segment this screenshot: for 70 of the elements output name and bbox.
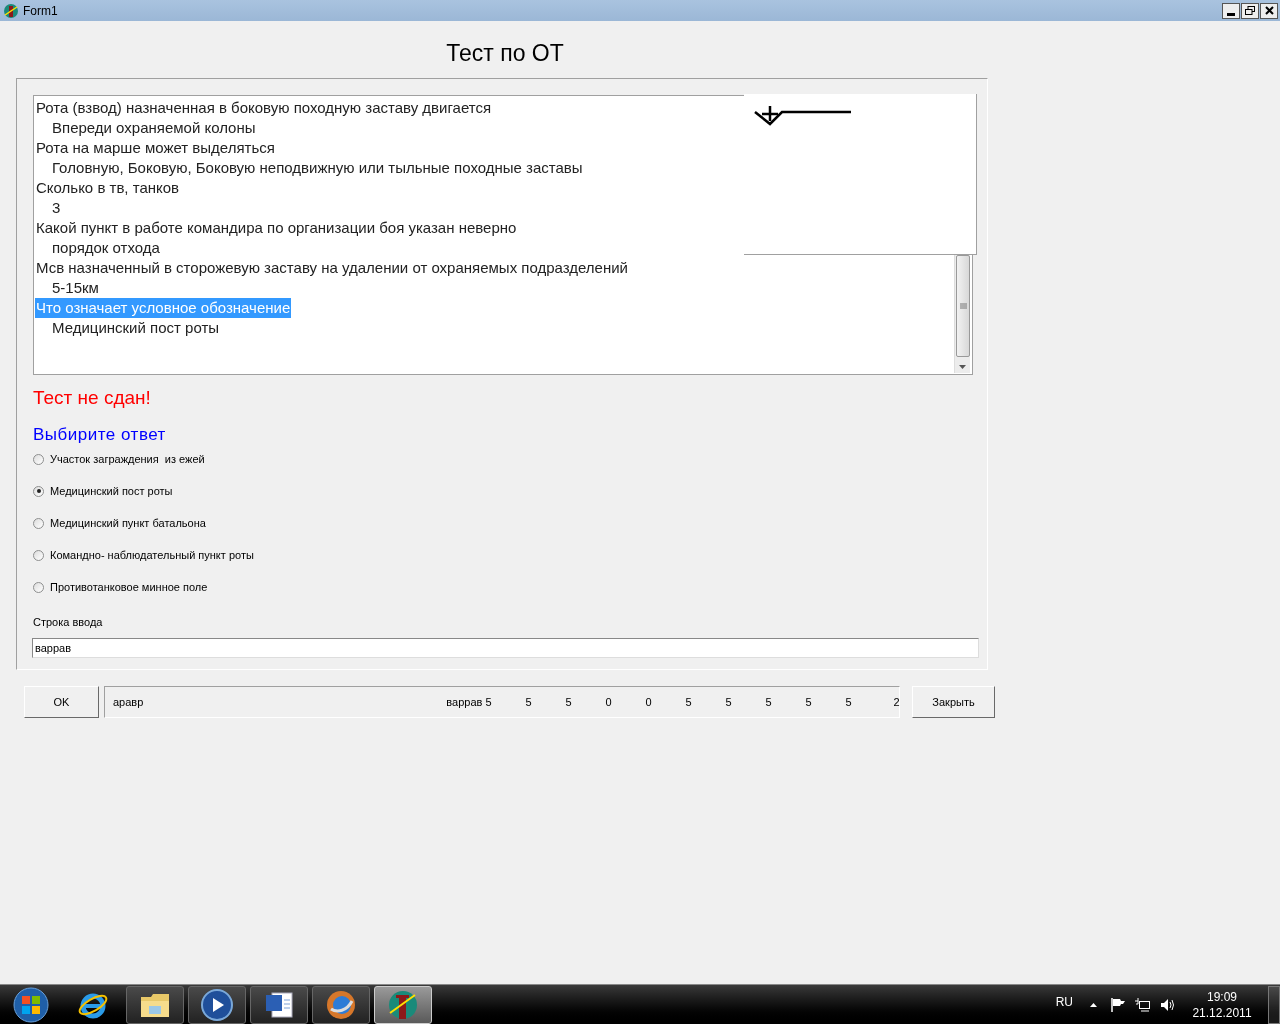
answer-line: 5-15км — [52, 278, 99, 298]
answer-line: порядок отхода — [52, 238, 160, 258]
status-value: 5 — [524, 694, 532, 710]
document-icon — [264, 989, 294, 1020]
prompt-text: Выбирите ответ — [33, 424, 166, 446]
app-icon — [3, 2, 19, 19]
restore-icon — [1245, 6, 1255, 15]
scroll-down-icon[interactable] — [959, 365, 966, 369]
input-field[interactable]: варрав — [32, 638, 979, 658]
taskbar-button[interactable] — [188, 985, 246, 1024]
close-button[interactable]: Закрыть — [912, 686, 995, 718]
taskbar-button[interactable] — [250, 985, 308, 1024]
answer-line: Головную, Боковую, Боковую неподвижную или тыльные походные заставы — [52, 158, 583, 178]
speaker-icon[interactable] — [1160, 997, 1176, 1012]
option-label[interactable]: Медицинский пост роты — [50, 483, 173, 500]
status-value: варрав 5 — [446, 694, 492, 710]
show-desktop-button[interactable] — [1268, 985, 1280, 1024]
clock-time: 19:09 — [1207, 988, 1237, 1005]
clock-date: 21.12.2011 — [1192, 1004, 1252, 1021]
globe-icon — [325, 988, 357, 1021]
option-label[interactable]: Участок заграждения из ежей — [50, 451, 205, 468]
status-value: 5 — [764, 694, 772, 710]
answer-line: 3 — [52, 198, 61, 218]
start-orb-icon — [13, 986, 49, 1023]
restore-button[interactable] — [1241, 2, 1259, 19]
status-value: 5 — [684, 694, 692, 710]
radio-button[interactable] — [33, 581, 44, 593]
app-icon — [387, 988, 419, 1021]
option-label[interactable]: Медицинский пункт батальона — [50, 515, 206, 532]
status-value: 5 — [804, 694, 812, 710]
flag-icon[interactable] — [1111, 997, 1125, 1012]
close-window-button[interactable] — [1260, 2, 1278, 19]
radio-button[interactable] — [33, 453, 44, 465]
clock[interactable]: 19:09 21.12.2011 — [1190, 988, 1254, 1021]
minimize-button[interactable] — [1222, 2, 1240, 19]
grip-icon — [959, 302, 967, 310]
option-label[interactable]: Противотанковое минное поле — [50, 579, 208, 596]
tray-arrow-icon[interactable] — [1090, 1002, 1097, 1007]
answer-line: Впереди охраняемой колоны — [52, 118, 256, 138]
ok-button[interactable]: OK — [24, 686, 99, 718]
close-icon — [1264, 6, 1274, 15]
minimize-icon — [1227, 12, 1235, 16]
status-value: 5 — [564, 694, 572, 710]
window-title: Form1 — [23, 2, 58, 20]
input-label: Строка ввода — [33, 615, 103, 630]
question-line[interactable]: Мсв назначенный в сторожевую заставу на удалении от охраняемых подразделений — [35, 258, 629, 278]
play-icon — [201, 988, 233, 1021]
question-line[interactable]: Рота (взвод) назначенная в боковую походную заставу двигается — [35, 98, 493, 118]
scrollbar-thumb[interactable] — [956, 255, 970, 357]
question-line[interactable]: Сколько в тв, танков — [35, 178, 181, 198]
question-line[interactable]: Какой пункт в работе командира по организации боя указан неверно — [35, 218, 518, 238]
status-text: аравр — [113, 694, 144, 710]
status-value: 5 — [724, 694, 732, 710]
status-value: 5 — [844, 694, 852, 710]
status-value: 2 — [892, 694, 900, 710]
network-icon[interactable] — [1135, 997, 1151, 1012]
radio-button[interactable] — [33, 485, 44, 497]
status-value: 0 — [604, 694, 612, 710]
scrollbar[interactable] — [954, 255, 970, 373]
radio-button[interactable] — [33, 549, 44, 561]
answer-line: Медицинский пост роты — [52, 318, 220, 338]
language-indicator[interactable]: RU — [1055, 992, 1073, 1011]
option-label[interactable]: Командно- наблюдательный пункт роты — [50, 547, 254, 564]
question-line[interactable]: Рота на марше может выделяться — [35, 138, 276, 158]
test-heading: Тест по ОТ — [446, 39, 564, 67]
taskbar-button[interactable] — [126, 985, 184, 1024]
taskbar-button[interactable] — [312, 985, 370, 1024]
result-text: Тест не сдан! — [33, 386, 151, 410]
status-value: 0 — [644, 694, 652, 710]
radio-button[interactable] — [33, 517, 44, 529]
